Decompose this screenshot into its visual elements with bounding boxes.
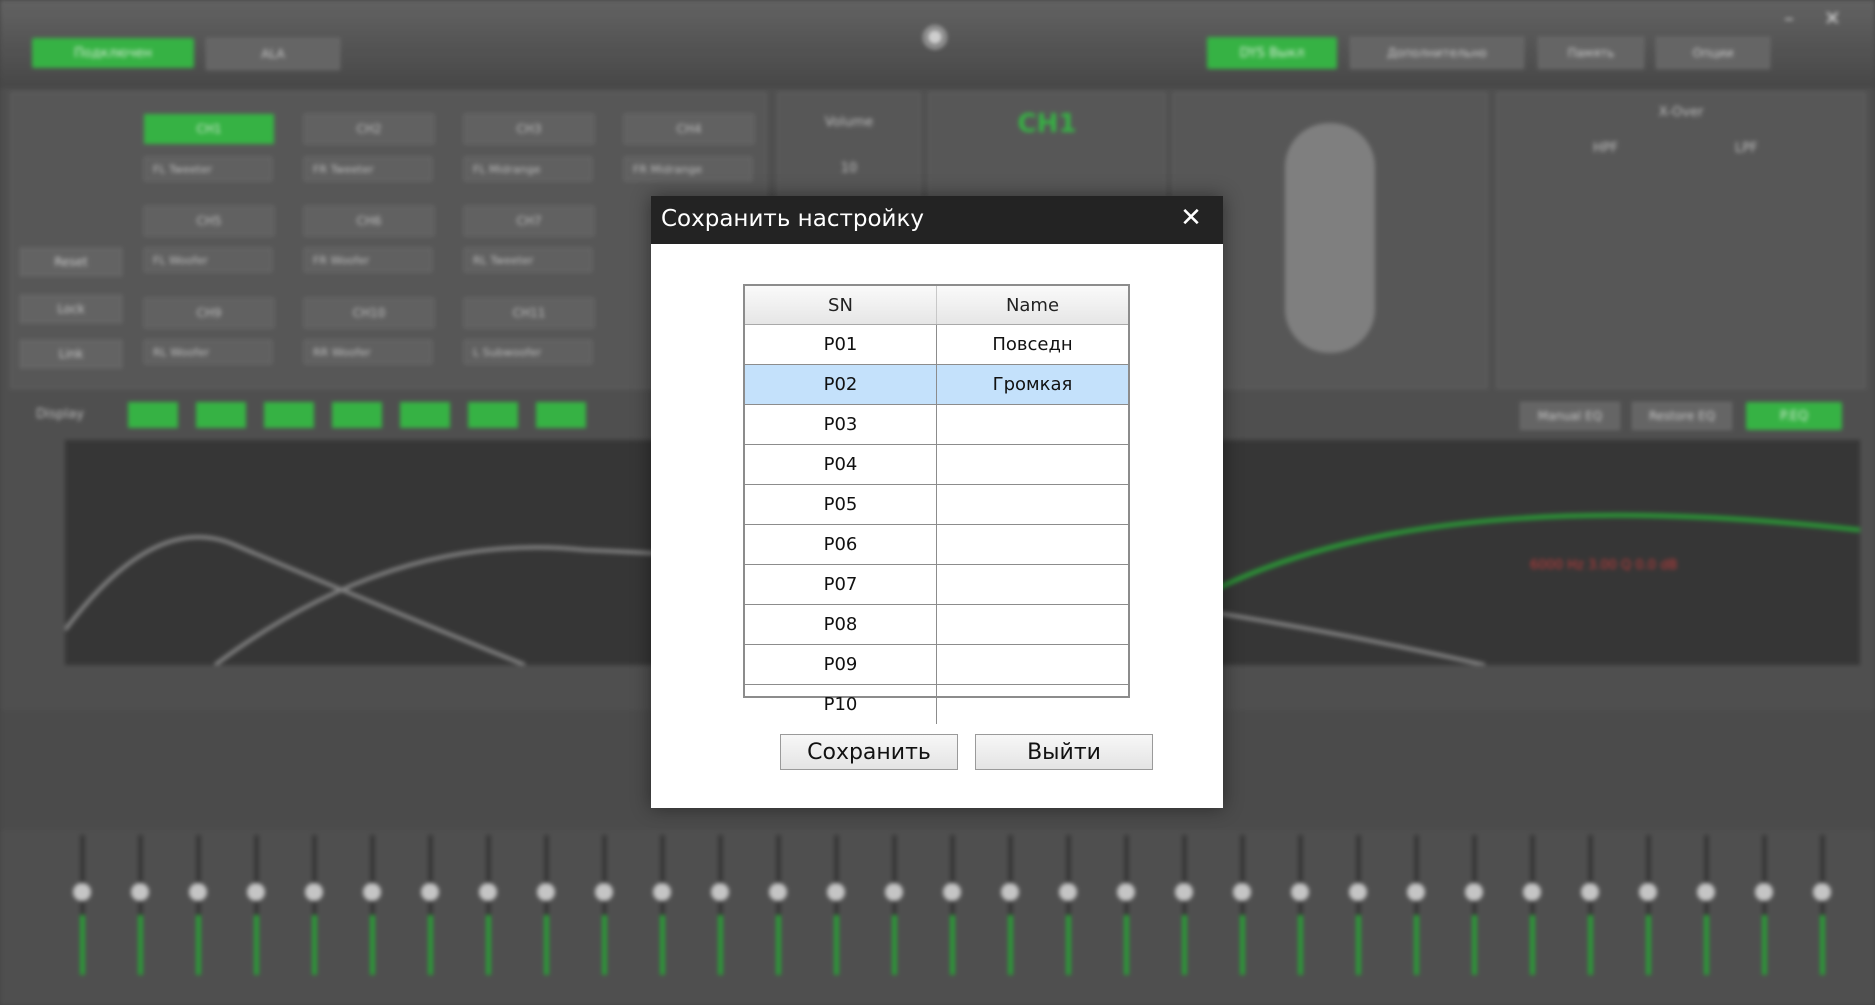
dialog-titlebar: Сохранить настройку ✕ <box>651 196 1223 244</box>
table-row-selected[interactable]: P02 Громкая <box>745 364 1128 405</box>
save-button[interactable]: Сохранить <box>780 734 958 770</box>
table-row[interactable]: P06 <box>745 524 1128 565</box>
sn-cell[interactable]: P01 <box>745 324 937 365</box>
sn-cell[interactable]: P05 <box>745 484 937 525</box>
sn-cell[interactable]: P06 <box>745 524 937 565</box>
table-row[interactable]: P08 <box>745 604 1128 645</box>
sn-cell[interactable]: P10 <box>745 684 937 724</box>
name-cell[interactable] <box>936 604 1128 645</box>
exit-button[interactable]: Выйти <box>975 734 1153 770</box>
name-cell[interactable] <box>936 444 1128 485</box>
sn-cell[interactable]: P08 <box>745 604 937 645</box>
column-header-sn[interactable]: SN <box>745 286 937 325</box>
sn-cell[interactable]: P03 <box>745 404 937 445</box>
name-cell[interactable] <box>936 404 1128 445</box>
table-row[interactable]: P04 <box>745 444 1128 485</box>
preset-table: SN Name P01 Повседн P02 Громкая P03 P04 P0… <box>743 284 1130 724</box>
name-cell[interactable] <box>936 564 1128 605</box>
sn-cell[interactable]: P02 <box>745 364 937 405</box>
column-header-name[interactable]: Name <box>936 286 1128 325</box>
name-cell[interactable] <box>936 484 1128 525</box>
save-preset-dialog: Сохранить настройку ✕ SN Name P01 Повседн… <box>651 196 1223 808</box>
sn-cell[interactable]: P04 <box>745 444 937 485</box>
table-row[interactable]: P10 <box>745 684 1129 725</box>
table-row[interactable]: P09 <box>745 644 1128 685</box>
name-cell[interactable]: Повседн <box>936 324 1128 365</box>
name-cell[interactable]: Громкая <box>936 364 1128 405</box>
table-row[interactable]: P07 <box>745 564 1128 605</box>
table-row[interactable]: P01 Повседн <box>745 324 1128 365</box>
name-cell[interactable] <box>937 685 1129 725</box>
name-cell[interactable] <box>936 644 1128 685</box>
sn-cell[interactable]: P07 <box>745 564 937 605</box>
table-row[interactable]: P05 <box>745 484 1128 525</box>
close-icon[interactable]: ✕ <box>1171 200 1211 236</box>
table-row[interactable]: P03 <box>745 404 1128 445</box>
sn-cell[interactable]: P09 <box>745 644 937 685</box>
dialog-title: Сохранить настройку <box>661 206 924 232</box>
name-cell[interactable] <box>936 524 1128 565</box>
